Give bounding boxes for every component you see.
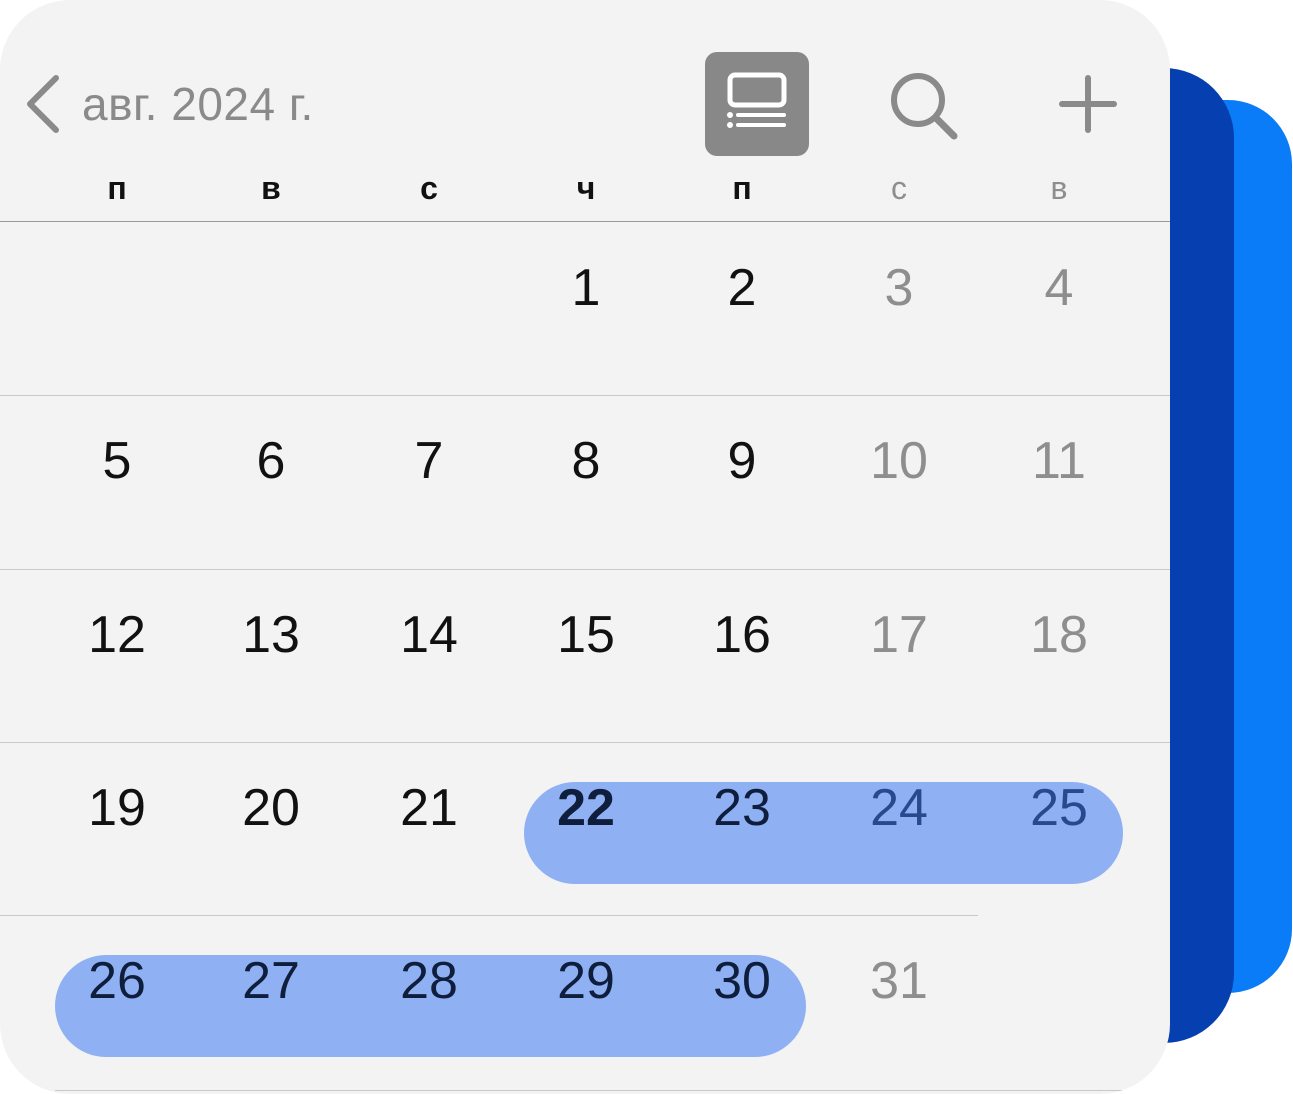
day-cell-15[interactable]: 15 bbox=[531, 605, 641, 665]
day-cell-2[interactable]: 2 bbox=[687, 258, 797, 318]
calendar-card: авг. 2024 г. п в с ч п с в 1 2 3 4 5 6 7… bbox=[0, 0, 1170, 1094]
day-cell-25[interactable]: 25 bbox=[1004, 778, 1114, 838]
weekday-label: с bbox=[891, 170, 907, 206]
weekday-label: в bbox=[1050, 170, 1068, 206]
day-cell-6[interactable]: 6 bbox=[216, 431, 326, 491]
day-cell-9[interactable]: 9 bbox=[687, 431, 797, 491]
day-cell-29[interactable]: 29 bbox=[531, 951, 641, 1011]
day-cell-21[interactable]: 21 bbox=[374, 778, 484, 838]
add-event-button[interactable] bbox=[1048, 64, 1128, 144]
day-cell-12[interactable]: 12 bbox=[62, 605, 172, 665]
day-cell-18[interactable]: 18 bbox=[1004, 605, 1114, 665]
day-cell-20[interactable]: 20 bbox=[216, 778, 326, 838]
week-separator bbox=[0, 395, 1170, 396]
day-cell-14[interactable]: 14 bbox=[374, 605, 484, 665]
day-cell-26[interactable]: 26 bbox=[62, 951, 172, 1011]
chevron-left-icon bbox=[18, 72, 62, 136]
day-cell-5[interactable]: 5 bbox=[62, 431, 172, 491]
week-separator bbox=[55, 1090, 1170, 1091]
day-cell-22[interactable]: 22 bbox=[531, 778, 641, 838]
day-cell-27[interactable]: 27 bbox=[216, 951, 326, 1011]
calendar-header: авг. 2024 г. bbox=[0, 0, 1170, 160]
day-cell-31[interactable]: 31 bbox=[844, 951, 954, 1011]
weekday-label: п bbox=[107, 170, 127, 206]
plus-icon bbox=[1048, 75, 1128, 148]
list-view-icon bbox=[724, 69, 790, 140]
day-cell-7[interactable]: 7 bbox=[374, 431, 484, 491]
weekday-label: ч bbox=[576, 170, 596, 206]
day-cell-11[interactable]: 11 bbox=[1004, 431, 1114, 491]
weekday-label: в bbox=[261, 170, 281, 206]
month-title: авг. 2024 г. bbox=[82, 78, 314, 130]
weekday-label: с bbox=[420, 170, 438, 206]
week-separator bbox=[0, 569, 1170, 570]
weekday-label: п bbox=[732, 170, 752, 206]
calendar-screen: авг. 2024 г. п в с ч п с в 1 2 3 4 5 6 7… bbox=[0, 0, 1293, 1094]
week-separator bbox=[0, 221, 1170, 222]
day-cell-13[interactable]: 13 bbox=[216, 605, 326, 665]
search-button[interactable] bbox=[882, 64, 966, 148]
day-cell-1[interactable]: 1 bbox=[531, 258, 641, 318]
day-cell-30[interactable]: 30 bbox=[687, 951, 797, 1011]
week-separator bbox=[0, 915, 978, 916]
day-cell-4[interactable]: 4 bbox=[1004, 258, 1114, 318]
list-view-button[interactable] bbox=[705, 52, 809, 156]
day-cell-19[interactable]: 19 bbox=[62, 778, 172, 838]
day-cell-23[interactable]: 23 bbox=[687, 778, 797, 838]
day-cell-24[interactable]: 24 bbox=[844, 778, 954, 838]
day-cell-3[interactable]: 3 bbox=[844, 258, 954, 318]
back-button[interactable]: авг. 2024 г. bbox=[18, 64, 314, 144]
day-cell-16[interactable]: 16 bbox=[687, 605, 797, 665]
search-icon bbox=[882, 73, 966, 152]
day-cell-8[interactable]: 8 bbox=[531, 431, 641, 491]
day-cell-17[interactable]: 17 bbox=[844, 605, 954, 665]
weekday-header-row: пвсчпсв bbox=[0, 170, 1170, 220]
week-separator bbox=[0, 742, 1170, 743]
day-cell-10[interactable]: 10 bbox=[844, 431, 954, 491]
day-cell-28[interactable]: 28 bbox=[374, 951, 484, 1011]
